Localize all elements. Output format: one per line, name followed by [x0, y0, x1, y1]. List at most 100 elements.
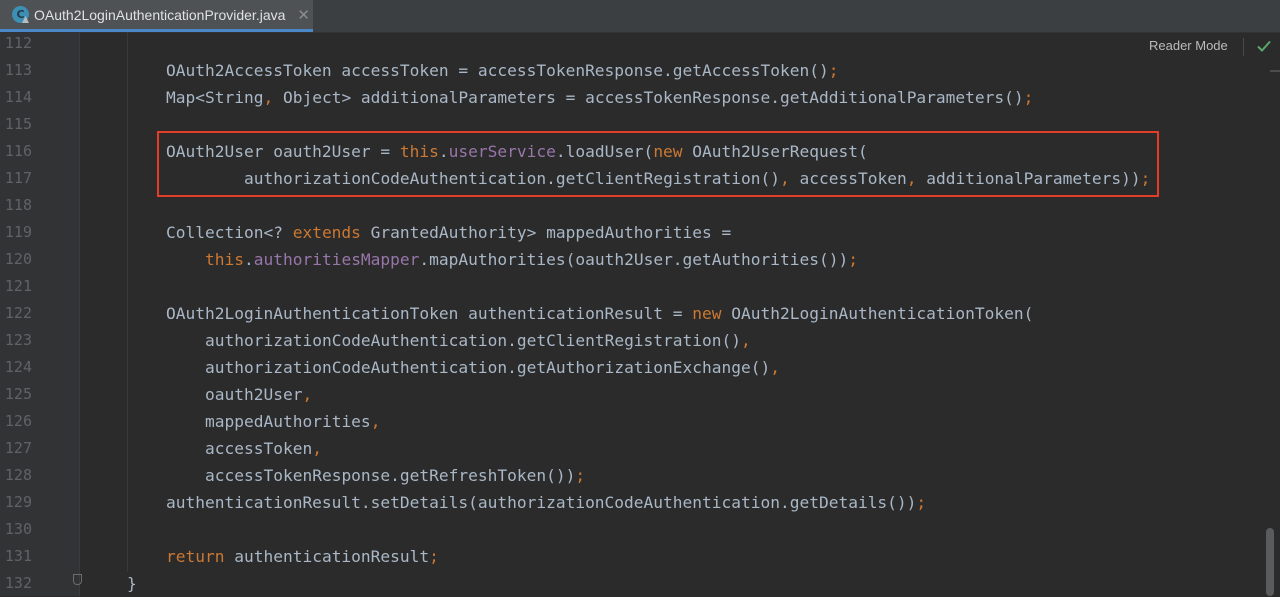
code-line[interactable]: 113 OAuth2AccessToken accessToken = acces…	[0, 57, 1265, 84]
line-number: 129	[4, 493, 32, 511]
code-line[interactable]: 128 accessTokenResponse.getRefreshToken()…	[0, 462, 1265, 489]
code-line[interactable]: 132}	[0, 570, 1265, 597]
fold-icon[interactable]	[73, 574, 82, 585]
line-number: 131	[4, 547, 32, 565]
reader-mode-button[interactable]: Reader Mode	[1149, 38, 1228, 53]
code-token: Object> additionalParameters = accessTok…	[273, 88, 1024, 107]
code-line[interactable]: 129 authenticationResult.setDetails(autho…	[0, 489, 1265, 516]
toolbar-divider	[1243, 38, 1244, 56]
code-token: OAuth2LoginAuthenticationToken(	[731, 304, 1034, 323]
code-text: accessToken,	[205, 435, 322, 462]
code-token: extends	[292, 223, 371, 242]
code-line[interactable]: 123 authorizationCodeAuthentication.getCl…	[0, 327, 1265, 354]
code-token: Collection<?	[166, 223, 293, 242]
line-number: 126	[4, 412, 32, 430]
code-token: authoritiesMapper	[253, 250, 420, 269]
code-token: authorizationCodeAuthentication.getAutho…	[205, 358, 771, 377]
line-number: 128	[4, 466, 32, 484]
line-number: 121	[4, 277, 32, 295]
code-text: oauth2User,	[205, 381, 312, 408]
code-line[interactable]: 125 oauth2User,	[0, 381, 1265, 408]
line-number: 124	[4, 358, 32, 376]
java-class-icon: C	[12, 6, 29, 23]
editor-tab-bar: C OAuth2LoginAuthenticationProvider.java…	[0, 0, 1280, 33]
code-text: Collection<? extends GrantedAuthority> m…	[166, 219, 731, 246]
file-tab-title: OAuth2LoginAuthenticationProvider.java	[34, 6, 286, 23]
close-icon[interactable]: ✕	[297, 6, 310, 24]
code-token: return	[166, 547, 235, 566]
line-number: 116	[4, 142, 32, 160]
line-number: 118	[4, 196, 32, 214]
code-token: ;	[575, 466, 586, 485]
code-line[interactable]: 130	[0, 516, 1265, 543]
code-text: this.authoritiesMapper.mapAuthorities(oa…	[205, 246, 858, 273]
code-token: .	[243, 250, 254, 269]
code-text: authenticationResult.setDetails(authoriz…	[166, 489, 926, 516]
code-text: Map<String, Object> additionalParameters…	[166, 84, 1033, 111]
line-number: 130	[4, 520, 32, 538]
code-token: ;	[848, 250, 858, 269]
indent-guide	[127, 32, 128, 572]
line-number: 122	[4, 304, 32, 322]
code-token: accessToken	[205, 439, 313, 458]
code-line[interactable]: 131 return authenticationResult;	[0, 543, 1265, 570]
code-token: authenticationResult	[234, 547, 430, 566]
line-number: 132	[4, 574, 32, 592]
code-line[interactable]: 122 OAuth2LoginAuthenticationToken authen…	[0, 300, 1265, 327]
code-text: OAuth2AccessToken accessToken = accessTo…	[166, 57, 838, 84]
code-line[interactable]: 114 Map<String, Object> additionalParamet…	[0, 84, 1265, 111]
code-token: .mapAuthorities(oauth2User.getAuthoritie…	[419, 250, 849, 269]
code-token: ,	[741, 331, 751, 350]
code-text: accessTokenResponse.getRefreshToken());	[205, 462, 585, 489]
error-stripe-marker[interactable]	[1270, 70, 1280, 72]
code-text: OAuth2LoginAuthenticationToken authentic…	[166, 300, 1033, 327]
code-line[interactable]: 121	[0, 273, 1265, 300]
code-text: authorizationCodeAuthentication.getClien…	[205, 327, 751, 354]
code-token: OAuth2LoginAuthenticationToken authentic…	[166, 304, 693, 323]
code-token: ,	[370, 412, 381, 431]
code-line[interactable]: 126 mappedAuthorities,	[0, 408, 1265, 435]
code-token: new	[692, 304, 732, 323]
code-line[interactable]: 120 this.authoritiesMapper.mapAuthorities…	[0, 246, 1265, 273]
line-number: 119	[4, 223, 32, 241]
highlight-box	[157, 131, 1159, 197]
code-token: oauth2User	[205, 385, 303, 404]
code-line[interactable]: 124 authorizationCodeAuthentication.getAu…	[0, 354, 1265, 381]
code-token: ;	[429, 547, 439, 566]
code-text: return authenticationResult;	[166, 543, 439, 570]
code-token: ;	[1023, 88, 1034, 107]
line-number: 115	[4, 115, 32, 133]
code-token: ,	[770, 358, 781, 377]
code-token: ,	[312, 439, 322, 458]
code-line[interactable]: 127 accessToken,	[0, 435, 1265, 462]
code-text: mappedAuthorities,	[205, 408, 380, 435]
line-number: 117	[4, 169, 32, 187]
line-number: 120	[4, 250, 32, 268]
code-token: GrantedAuthority> mappedAuthorities =	[370, 223, 732, 242]
code-token: authenticationResult.setDetails(authoriz…	[166, 493, 917, 512]
code-token: ;	[828, 61, 839, 80]
line-number: 127	[4, 439, 32, 457]
code-text: }	[127, 570, 137, 597]
code-token: mappedAuthorities	[205, 412, 371, 431]
code-text: authorizationCodeAuthentication.getAutho…	[205, 354, 780, 381]
code-token: ,	[302, 385, 313, 404]
code-line[interactable]: 119 Collection<? extends GrantedAuthority…	[0, 219, 1265, 246]
line-number: 114	[4, 88, 32, 106]
line-number: 112	[4, 34, 32, 52]
code-token: accessTokenResponse.getRefreshToken())	[205, 466, 576, 485]
code-token: OAuth2AccessToken accessToken = accessTo…	[166, 61, 829, 80]
line-number: 113	[4, 61, 32, 79]
code-token: }	[127, 574, 137, 593]
code-line[interactable]: 112	[0, 30, 1265, 57]
code-token: this	[205, 250, 244, 269]
line-number: 125	[4, 385, 32, 403]
code-token: ,	[263, 88, 274, 107]
line-number: 123	[4, 331, 32, 349]
code-token: Map<String	[166, 88, 264, 107]
vertical-scrollbar[interactable]	[1266, 528, 1274, 596]
check-icon[interactable]	[1256, 38, 1272, 54]
code-token: ;	[916, 493, 927, 512]
code-token: authorizationCodeAuthentication.getClien…	[205, 331, 742, 350]
file-tab[interactable]: C OAuth2LoginAuthenticationProvider.java…	[0, 0, 313, 32]
